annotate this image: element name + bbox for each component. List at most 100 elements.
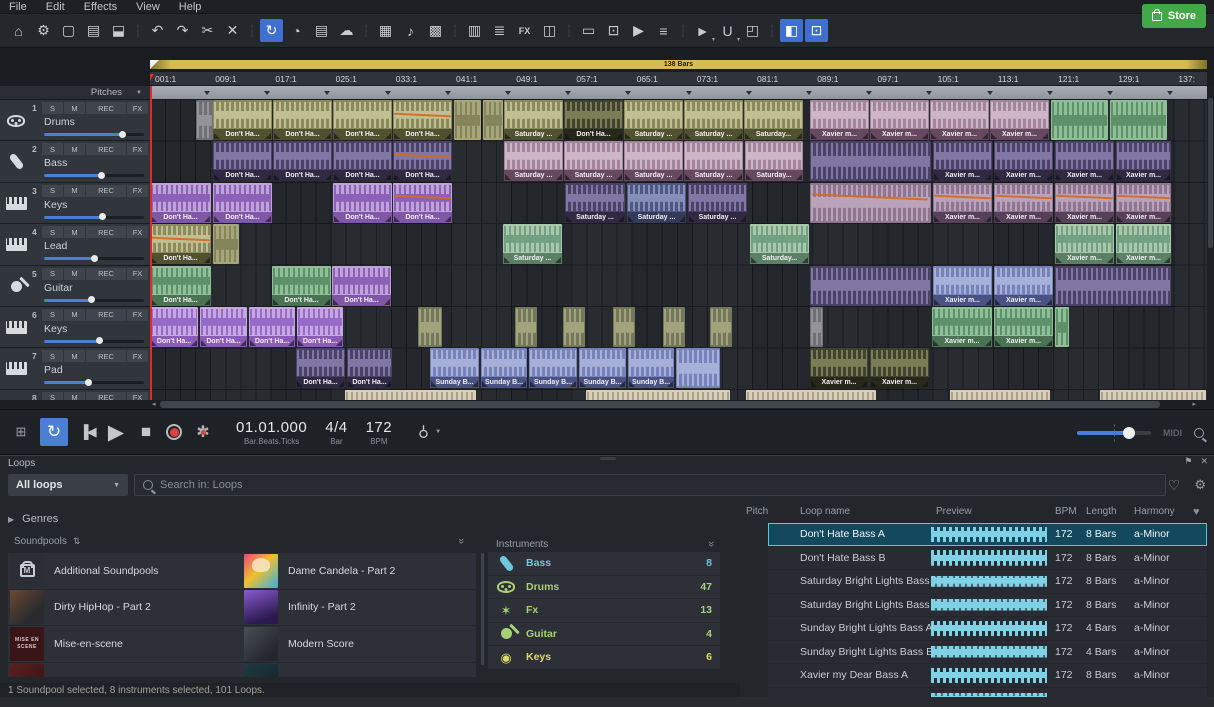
track-volume-slider[interactable] bbox=[44, 174, 144, 177]
audio-clip[interactable] bbox=[613, 307, 635, 347]
audio-clip-xavierm[interactable]: Xavier m... bbox=[1055, 141, 1114, 181]
grid-dropdown-icon[interactable] bbox=[445, 91, 451, 95]
audio-clip-dontha[interactable]: Don't Ha... bbox=[332, 266, 391, 306]
loop-mode-icon[interactable]: ↻ bbox=[260, 19, 283, 42]
audio-clip-xavierm[interactable]: Xavier m... bbox=[1055, 224, 1114, 264]
grid-dropdown-icon[interactable] bbox=[204, 91, 210, 95]
loop-preview-waveform[interactable] bbox=[931, 550, 1047, 566]
mixer-icon[interactable]: ≣ bbox=[488, 19, 511, 42]
loop-preview-waveform[interactable] bbox=[931, 527, 1047, 543]
object-list-icon[interactable]: ≡ bbox=[652, 19, 675, 42]
track-fx-button[interactable]: FX bbox=[127, 226, 148, 238]
slider-knob[interactable] bbox=[96, 337, 103, 344]
audio-clip[interactable] bbox=[454, 100, 481, 140]
loop-row[interactable] bbox=[768, 688, 1207, 698]
zoom-search-icon[interactable] bbox=[1194, 428, 1204, 438]
grid-dropdown-icon[interactable] bbox=[385, 91, 391, 95]
slider-knob[interactable] bbox=[88, 296, 95, 303]
grid-dropdown-icon[interactable] bbox=[264, 91, 270, 95]
grid-dropdown-icon[interactable] bbox=[1167, 91, 1173, 95]
audio-clip-xavierm[interactable]: Xavier m... bbox=[933, 266, 992, 306]
arrangement-area[interactable]: Don't Ha...Don't Ha...Don't Ha...Don't H… bbox=[150, 100, 1207, 400]
skip-to-start-button[interactable]: ▐◀ bbox=[74, 424, 100, 440]
track-record-button[interactable]: REC bbox=[86, 350, 126, 362]
loop-preview-waveform[interactable] bbox=[931, 597, 1047, 613]
delete-icon[interactable]: ✕ bbox=[221, 19, 244, 42]
position-display[interactable]: 01.01.000 Bar.Beats.Ticks bbox=[236, 419, 307, 446]
metronome-button[interactable]: ✱ bbox=[188, 422, 218, 442]
record-button[interactable] bbox=[160, 424, 188, 440]
audio-clip-dontha[interactable]: Don't Ha... bbox=[296, 348, 345, 388]
track-record-button[interactable]: REC bbox=[86, 309, 126, 321]
audio-clip-xavierm[interactable]: Xavier m... bbox=[994, 307, 1053, 347]
audio-clip-dontha[interactable]: Don't Ha... bbox=[213, 141, 272, 181]
menu-edit[interactable]: Edit bbox=[46, 1, 65, 13]
track-fx-button[interactable]: FX bbox=[127, 309, 148, 321]
audio-clip-dontha[interactable]: Don't Ha... bbox=[393, 100, 452, 140]
store-button[interactable]: Store bbox=[1142, 4, 1206, 28]
grid-dropdown-icon[interactable] bbox=[987, 91, 993, 95]
slider-knob[interactable] bbox=[1123, 427, 1135, 439]
preview-icon[interactable]: ⊡ bbox=[602, 19, 625, 42]
loop-row[interactable]: Sunday Bright Lights Bass B1724 Barsa-Mi… bbox=[768, 641, 1207, 664]
audio-clip-sundayb[interactable]: Sunday B... bbox=[481, 348, 527, 388]
horizontal-scrollbar[interactable]: ◂ ▸ bbox=[0, 400, 1214, 409]
chevron-down-icon[interactable]: ▾ bbox=[737, 36, 740, 47]
audio-clip-dontha[interactable]: Don't Ha... bbox=[273, 141, 332, 181]
audio-clip[interactable] bbox=[418, 307, 442, 347]
monitor-icon[interactable]: ▭ bbox=[577, 19, 600, 42]
audio-clip[interactable] bbox=[1051, 100, 1108, 140]
track-fx-button[interactable]: FX bbox=[127, 350, 148, 362]
loop-preview-waveform[interactable] bbox=[931, 644, 1047, 660]
audio-clip-saturday[interactable]: Saturday ... bbox=[503, 224, 562, 264]
audio-clip[interactable] bbox=[1110, 100, 1167, 140]
panel-left-toggle-icon[interactable]: ◧ bbox=[780, 19, 803, 42]
audio-clip-saturday[interactable]: Saturday ... bbox=[688, 183, 747, 223]
column-header-harmony[interactable]: Harmony bbox=[1134, 506, 1175, 517]
grid-dropdown-icon[interactable] bbox=[1047, 91, 1053, 95]
new-project-icon[interactable]: ▢ bbox=[57, 19, 80, 42]
audio-clip[interactable] bbox=[663, 307, 685, 347]
loop-preview-waveform[interactable] bbox=[931, 574, 1047, 590]
loop-row-selected[interactable]: Don't Hate Bass A1728 Barsa-Minor♡ bbox=[768, 523, 1207, 546]
audio-clip-xavierm[interactable]: Xavier m... bbox=[933, 141, 992, 181]
audio-clip-saturday[interactable]: Saturday... bbox=[744, 100, 803, 140]
audio-clip-xavierm[interactable]: Xavier m... bbox=[932, 307, 992, 347]
column-header-length[interactable]: Length bbox=[1086, 506, 1117, 517]
instrument-filter-drums[interactable]: Drums47 bbox=[488, 576, 720, 599]
audio-clip-saturday[interactable]: Saturday ... bbox=[684, 141, 743, 181]
loop-row[interactable]: Sunday Bright Lights Bass A1724 Barsa-Mi… bbox=[768, 617, 1207, 640]
audio-clip-dontha[interactable]: Don't Ha... bbox=[333, 100, 392, 140]
audio-clip-dontha[interactable]: Don't Ha... bbox=[200, 307, 247, 347]
pin-panel-icon[interactable]: ⚑ bbox=[1184, 456, 1192, 467]
audio-clip-xavierm[interactable]: Xavier m... bbox=[810, 348, 868, 388]
soundpool-item[interactable] bbox=[8, 663, 242, 677]
grid-dropdown-icon[interactable] bbox=[1107, 91, 1113, 95]
favorites-heart-icon[interactable]: ♡ bbox=[1168, 477, 1181, 494]
audio-clip[interactable] bbox=[345, 390, 476, 400]
audio-clip-sundayb[interactable]: Sunday B... bbox=[529, 348, 577, 388]
genres-section-toggle[interactable]: ▶ Genres bbox=[8, 513, 58, 525]
video-monitor-icon[interactable]: ▶ bbox=[627, 19, 650, 42]
soundpool-item[interactable]: Infinity - Part 2 bbox=[242, 590, 476, 626]
audio-clip[interactable] bbox=[1055, 307, 1069, 347]
grid-dropdown-icon[interactable] bbox=[806, 91, 812, 95]
audio-clip-saturday[interactable]: Saturday ... bbox=[684, 100, 743, 140]
audio-clip-dontha[interactable]: Don't Ha... bbox=[273, 100, 332, 140]
grid-dropdown-icon[interactable] bbox=[746, 91, 752, 95]
audio-clip-xavierm[interactable]: Xavier m... bbox=[990, 100, 1049, 140]
pitches-dropdown[interactable]: Pitches ▼ bbox=[0, 86, 150, 100]
soundpool-item[interactable]: MAdditional Soundpools bbox=[8, 553, 242, 589]
menu-file[interactable]: File bbox=[9, 1, 27, 13]
scrollbar-thumb[interactable] bbox=[160, 401, 1160, 408]
track-record-button[interactable]: REC bbox=[86, 392, 126, 400]
loop-row[interactable]: Saturday Bright Lights Bass A1728 Barsa-… bbox=[768, 570, 1207, 593]
u-tool-icon[interactable]: U bbox=[716, 19, 739, 42]
fx-rack-icon[interactable]: FX bbox=[513, 19, 536, 42]
loop-row[interactable]: Saturday Bright Lights Bass B1728 Barsa-… bbox=[768, 594, 1207, 617]
audio-clip[interactable] bbox=[563, 307, 585, 347]
slider-knob[interactable] bbox=[99, 213, 106, 220]
track-solo-button[interactable]: S bbox=[42, 392, 63, 400]
instrument-filter-keys[interactable]: ◉Keys6 bbox=[488, 646, 720, 669]
audio-clip-xavierm[interactable]: Xavier m... bbox=[930, 100, 989, 140]
